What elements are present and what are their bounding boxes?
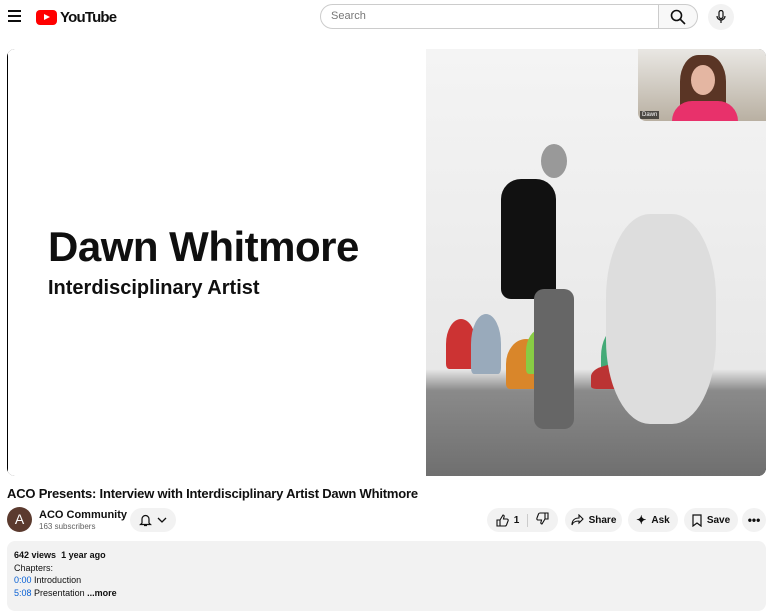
share-icon [571,514,584,526]
sparkle-icon: ✦ [636,513,647,527]
save-button[interactable]: Save [684,508,738,532]
microphone-icon [716,10,726,23]
slide-name: Dawn Whitmore [48,223,359,270]
search-icon [670,9,686,25]
webcam-overlay: Dawn [638,49,766,121]
menu-icon[interactable] [8,10,21,25]
like-count: 1 [513,514,520,526]
presentation-slide: Dawn Whitmore Interdisciplinary Artist [8,49,426,476]
webcam-label: Dawn [640,111,660,119]
voice-search-button[interactable] [708,4,734,30]
like-button[interactable]: 1 [496,513,529,527]
thumbs-up-icon [496,513,509,527]
chevron-down-icon [157,517,167,523]
chapter-item: 0:00 Introduction [14,575,82,586]
ask-button[interactable]: ✦ Ask [628,508,678,532]
video-title: ACO Presents: Interview with Interdiscip… [7,486,418,501]
subscriber-count: 163 subscribers [39,522,96,531]
thumbs-down-icon [536,512,549,525]
top-bar: YouTube Search [0,0,772,34]
chapter-item: 5:08 Presentation ...more [14,587,117,598]
video-player[interactable]: Dawn Whitmore Interdisciplinary Artist D… [7,49,766,476]
search-input[interactable]: Search [320,4,659,29]
like-dislike-group: 1 [487,508,558,532]
channel-avatar[interactable]: A [7,507,32,532]
chapters-label: Chapters: [14,562,54,573]
more-actions-button[interactable]: ••• [742,508,766,532]
bookmark-icon [692,513,702,527]
chapter-timestamp[interactable]: 0:00 [14,575,32,585]
description-box[interactable]: 642 views 1 year ago Chapters: 0:00 Intr… [7,541,766,611]
channel-name[interactable]: ACO Community [39,509,127,521]
search-button[interactable] [658,4,698,29]
youtube-play-icon [36,10,57,25]
share-button[interactable]: Share [565,508,622,532]
view-count: 642 views [14,550,57,560]
notifications-button[interactable] [130,508,176,532]
more-link[interactable]: ...more [87,588,117,598]
slide-subtitle: Interdisciplinary Artist [48,277,260,299]
upload-age: 1 year ago [61,550,106,560]
youtube-logo[interactable]: YouTube [36,9,117,26]
more-icon: ••• [747,513,761,527]
artwork-photo: Dawn [426,49,766,476]
chapter-timestamp[interactable]: 5:08 [14,588,32,598]
dislike-button[interactable] [528,512,549,528]
bell-icon [139,514,152,527]
